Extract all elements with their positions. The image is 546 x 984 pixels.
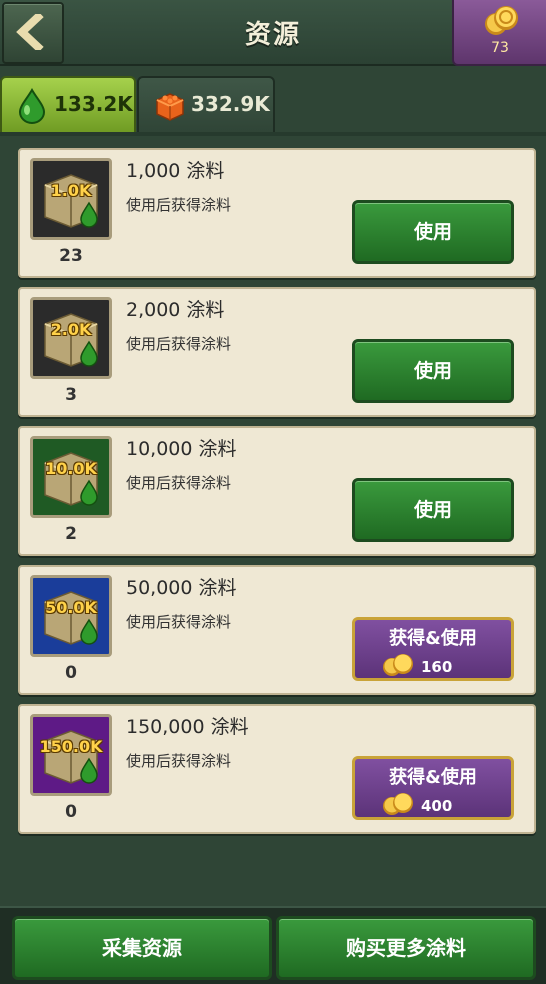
item-badge: 50.0K [45, 598, 97, 617]
item-card-10k: 10.0K 2 10,000 涂料 使用后获得涂料 使用 [18, 426, 536, 556]
item-tile: 50.0K [30, 575, 112, 657]
item-count: 2 [65, 524, 77, 544]
item-count: 3 [65, 385, 77, 405]
item-tile: 10.0K [30, 436, 112, 518]
use-button[interactable]: 使用 [352, 478, 514, 542]
price-amount: 160 [421, 658, 453, 676]
item-name: 2,000 涂料 [126, 299, 225, 321]
item-description: 使用后获得涂料 [126, 335, 232, 353]
buy-and-use-label: 获得&使用 [389, 628, 477, 649]
item-description: 使用后获得涂料 [126, 474, 232, 492]
gold-balance-button[interactable]: 73 [452, 0, 546, 66]
item-card-1k: 1.0K 23 1,000 涂料 使用后获得涂料 使用 [18, 148, 536, 278]
item-name: 1,000 涂料 [126, 160, 225, 182]
buy-and-use-button[interactable]: 获得&使用 400 [352, 756, 514, 820]
item-badge: 150.0K [39, 737, 103, 756]
collect-resources-button[interactable]: 采集资源 [12, 916, 272, 980]
item-badge: 1.0K [50, 181, 92, 200]
buy-more-paint-button[interactable]: 购买更多涂料 [276, 916, 536, 980]
gold-coins-icon [383, 793, 413, 815]
gold-coins-icon [485, 6, 518, 35]
use-button[interactable]: 使用 [352, 339, 514, 403]
tab-paint[interactable]: 133.2K [0, 76, 136, 136]
item-description: 使用后获得涂料 [126, 196, 232, 214]
paint-crate-icon [44, 174, 98, 228]
item-description: 使用后获得涂料 [126, 752, 232, 770]
buy-and-use-button[interactable]: 获得&使用 160 [352, 617, 514, 681]
item-badge: 2.0K [50, 320, 92, 339]
tab-bricks-amount: 332.9K [191, 92, 270, 116]
item-count: 0 [65, 802, 77, 822]
top-bar: 资源 73 [0, 0, 546, 66]
paint-crate-icon [44, 591, 98, 645]
item-tile: 1.0K [30, 158, 112, 240]
use-button[interactable]: 使用 [352, 200, 514, 264]
item-name: 150,000 涂料 [126, 716, 249, 738]
paint-crate-icon [44, 730, 98, 784]
paint-crate-icon [44, 313, 98, 367]
green-paint-drop-icon [18, 88, 46, 124]
item-tile: 2.0K [30, 297, 112, 379]
buy-and-use-label: 获得&使用 [389, 767, 477, 788]
item-description: 使用后获得涂料 [126, 613, 232, 631]
item-badge: 10.0K [45, 459, 97, 478]
tab-underline [0, 132, 546, 136]
item-name: 10,000 涂料 [126, 438, 237, 460]
price-amount: 400 [421, 797, 453, 815]
item-count: 0 [65, 663, 77, 683]
gold-amount: 73 [491, 40, 509, 56]
item-tile: 150.0K [30, 714, 112, 796]
item-card-150k: 150.0K 0 150,000 涂料 使用后获得涂料 获得&使用 400 [18, 704, 536, 834]
item-card-50k: 50.0K 0 50,000 涂料 使用后获得涂料 获得&使用 160 [18, 565, 536, 695]
gold-coins-icon [383, 654, 413, 676]
item-count: 23 [59, 246, 83, 266]
item-name: 50,000 涂料 [126, 577, 237, 599]
paint-crate-icon [44, 452, 98, 506]
tab-bricks[interactable]: 332.9K [137, 76, 275, 136]
tab-paint-amount: 133.2K [54, 92, 133, 116]
orange-brick-icon [156, 93, 184, 121]
item-card-2k: 2.0K 3 2,000 涂料 使用后获得涂料 使用 [18, 287, 536, 417]
bottom-bar: 采集资源 购买更多涂料 [0, 906, 546, 984]
